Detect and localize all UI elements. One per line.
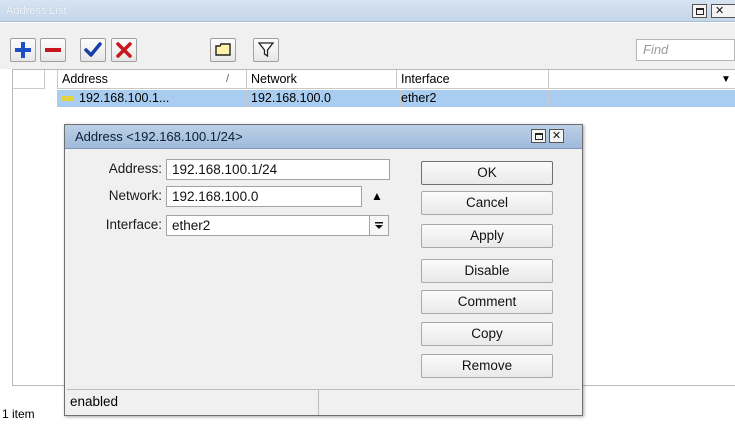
- remove-button-dialog[interactable]: Remove: [421, 354, 553, 378]
- column-header-address[interactable]: Address /: [57, 70, 247, 89]
- table-row[interactable]: 192.168.100.1... 192.168.100.0 ether2: [57, 90, 735, 107]
- dialog-status-bar: enabled: [67, 389, 580, 415]
- sort-indicator: /: [226, 73, 230, 85]
- address-edit-dialog: Address <192.168.100.1/24> ✕ Address: 19…: [64, 124, 583, 416]
- cancel-button[interactable]: Cancel: [421, 191, 553, 215]
- close-icon: ✕: [551, 130, 562, 142]
- address-field[interactable]: 192.168.100.1/24: [166, 159, 390, 180]
- minus-icon: [45, 48, 61, 52]
- column-header-network-label: Network: [251, 72, 297, 86]
- cell-address: 192.168.100.1...: [79, 90, 247, 107]
- address-static-icon: [61, 96, 74, 101]
- address-list-window: Address List ✕ Find Address / Network In…: [0, 0, 735, 426]
- window-title: Address List: [6, 5, 67, 17]
- list-status: 1 item: [2, 407, 35, 421]
- dialog-title: Address <192.168.100.1/24>: [75, 129, 243, 144]
- close-button[interactable]: ✕: [711, 4, 735, 18]
- dialog-maximize-button[interactable]: [531, 129, 546, 143]
- column-header-address-label: Address: [62, 72, 108, 86]
- cross-icon: [116, 42, 132, 58]
- status-enabled: enabled: [67, 390, 319, 415]
- column-header-extra[interactable]: ▼: [549, 70, 735, 89]
- add-button[interactable]: [10, 38, 36, 62]
- remove-button[interactable]: [40, 38, 66, 62]
- window-title-bar[interactable]: Address List: [0, 0, 735, 22]
- column-menu-icon[interactable]: ▼: [721, 70, 731, 89]
- maximize-icon: [696, 8, 704, 15]
- disable-button-dialog[interactable]: Disable: [421, 259, 553, 283]
- address-label: Address:: [108, 161, 162, 176]
- network-collapse-icon[interactable]: ▲: [371, 189, 383, 203]
- enable-button[interactable]: [80, 38, 106, 62]
- cell-interface: ether2: [401, 90, 549, 107]
- copy-button[interactable]: Copy: [421, 322, 553, 346]
- network-label: Network:: [108, 188, 162, 203]
- interface-dropdown[interactable]: [369, 215, 389, 236]
- network-field[interactable]: 192.168.100.0: [166, 186, 362, 207]
- comment-icon: [215, 43, 231, 56]
- column-header-network[interactable]: Network: [247, 70, 397, 89]
- filter-icon: [257, 42, 275, 58]
- comment-button[interactable]: [210, 38, 236, 62]
- chevron-down-icon: [375, 222, 383, 229]
- apply-button[interactable]: Apply: [421, 224, 553, 248]
- interface-label: Interface:: [105, 217, 162, 232]
- disable-button[interactable]: [111, 38, 137, 62]
- close-icon: ✕: [715, 5, 725, 17]
- check-icon: [84, 42, 102, 57]
- cell-network: 192.168.100.0: [251, 90, 401, 107]
- ok-button[interactable]: OK: [421, 161, 553, 185]
- column-header-interface-label: Interface: [401, 72, 450, 86]
- interface-field[interactable]: ether2: [166, 215, 370, 236]
- filter-button[interactable]: [253, 38, 279, 62]
- maximize-button[interactable]: [692, 4, 707, 18]
- plus-icon: [15, 42, 31, 58]
- maximize-icon: [535, 133, 543, 140]
- dialog-title-bar[interactable]: Address <192.168.100.1/24>: [65, 125, 582, 149]
- column-header-interface[interactable]: Interface: [397, 70, 549, 89]
- table-header-blank: [13, 70, 45, 89]
- comment-button-dialog[interactable]: Comment: [421, 290, 553, 314]
- dialog-close-button[interactable]: ✕: [549, 129, 564, 143]
- find-input[interactable]: Find: [636, 39, 735, 61]
